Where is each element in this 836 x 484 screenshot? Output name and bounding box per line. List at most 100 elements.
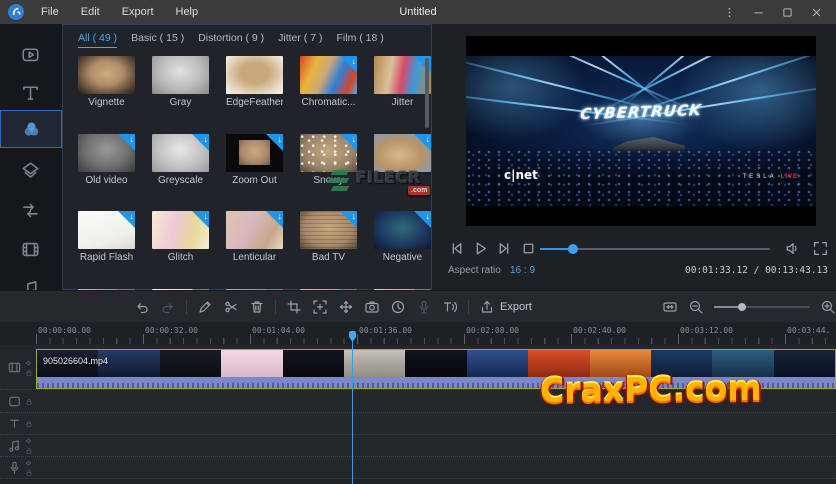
effect-label: Rapid Flash — [78, 252, 135, 263]
menu-help[interactable]: Help — [167, 4, 208, 20]
fullscreen-icon[interactable] — [812, 240, 829, 257]
effect-thumbnail[interactable]: ↓ — [300, 56, 357, 94]
menu-export[interactable]: Export — [113, 4, 163, 20]
effect-thumbnail[interactable]: ↓ — [226, 211, 283, 249]
play-icon[interactable] — [472, 240, 489, 257]
effect-label: Glitch — [152, 252, 209, 263]
volume-icon[interactable] — [784, 240, 801, 257]
menu-edit[interactable]: Edit — [72, 4, 109, 20]
effect-thumbnail[interactable] — [226, 56, 283, 94]
delete-icon[interactable] — [249, 299, 265, 315]
effect-thumbnail[interactable]: ↓ — [78, 134, 135, 172]
effect-vignette[interactable]: Vignette — [78, 56, 135, 113]
effect-thumbnail[interactable]: ↓ — [226, 134, 283, 172]
tab-basic[interactable]: Basic ( 15 ) — [131, 32, 184, 48]
effect-rapid-flash[interactable]: ↓ Rapid Flash — [78, 211, 135, 268]
lock-video-icon[interactable] — [25, 369, 33, 377]
menu-file[interactable]: File — [32, 4, 68, 20]
effect-thumbnail[interactable]: ↓ — [300, 211, 357, 249]
toolbar-divider — [468, 300, 469, 314]
split-icon[interactable] — [223, 299, 239, 315]
effect-thumbnail[interactable]: ↓ — [152, 211, 209, 249]
voiceover-track[interactable] — [0, 457, 836, 479]
lock-pip-icon[interactable] — [25, 398, 33, 406]
edit-icon[interactable] — [197, 299, 213, 315]
effect-label: EdgeFeather — [226, 97, 283, 108]
playback-controls — [432, 236, 836, 262]
effect-chromatic-[interactable]: ↓Chromatic... — [300, 56, 357, 113]
filmstrip-frame — [283, 350, 344, 377]
download-badge-icon: ↓ — [118, 211, 135, 228]
mute-voiceover-icon[interactable] — [25, 459, 33, 467]
duration-icon[interactable] — [390, 299, 406, 315]
music-track[interactable] — [0, 435, 836, 457]
effect-zoom-out[interactable]: ↓Zoom Out — [226, 134, 283, 191]
step-fwd-icon[interactable] — [496, 240, 513, 257]
tab-film[interactable]: Film ( 18 ) — [336, 32, 383, 48]
aspect-ratio-value[interactable]: 16 : 9 — [510, 265, 535, 276]
zoom-slider-handle[interactable] — [738, 303, 746, 311]
zoom-out-icon[interactable] — [688, 299, 704, 315]
effect-thumbnail[interactable]: ↓ — [374, 211, 431, 249]
timeline-zoom-slider[interactable] — [714, 306, 810, 308]
sidebar-item-filters[interactable] — [0, 110, 62, 148]
tracks-bottom-strip — [0, 479, 836, 484]
effects-tabs: All ( 49 ) Basic ( 15 ) Distortion ( 9 ) Ji… — [78, 32, 384, 48]
effect-gray[interactable]: Gray — [152, 56, 209, 113]
minimize-icon[interactable] — [747, 4, 770, 21]
lock-voiceover-icon[interactable] — [25, 469, 33, 477]
close-icon[interactable] — [805, 4, 828, 21]
cnet-watermark: c|net — [504, 168, 538, 182]
effect-old-video[interactable]: ↓Old video — [78, 134, 135, 191]
aspect-ratio-label: Aspect ratio — [448, 265, 501, 276]
sidebar-item-text[interactable] — [0, 74, 60, 110]
sidebar-item-media[interactable] — [0, 36, 60, 72]
sidebar-item-transitions[interactable] — [0, 192, 60, 228]
tab-distortion[interactable]: Distortion ( 9 ) — [198, 32, 264, 48]
effect-thumbnail[interactable] — [152, 56, 209, 94]
zoom-in-icon[interactable] — [820, 299, 836, 315]
lock-text-icon[interactable] — [25, 420, 33, 428]
kebab-menu-icon[interactable] — [718, 4, 741, 21]
effect-thumbnail[interactable]: ↓ — [152, 134, 209, 172]
mute-video-icon[interactable] — [25, 359, 33, 367]
tab-jitter[interactable]: Jitter ( 7 ) — [278, 32, 322, 48]
effect-greyscale[interactable]: ↓Greyscale — [152, 134, 209, 191]
text-track[interactable] — [0, 413, 836, 435]
timeline-ruler[interactable]: 00:00:00.0000:00:32.0000:01:04.0000:01:3… — [0, 322, 836, 345]
effect-edgefeather[interactable]: EdgeFeather — [226, 56, 283, 113]
sidebar-item-overlays[interactable] — [0, 152, 60, 188]
lock-music-icon[interactable] — [25, 447, 33, 455]
effects-scrollbar[interactable] — [425, 58, 429, 128]
export-icon — [479, 299, 495, 315]
effect-negative[interactable]: ↓Negative — [374, 211, 431, 268]
crop-icon[interactable] — [286, 299, 302, 315]
effect-lenticular[interactable]: ↓Lenticular — [226, 211, 283, 268]
zoom-frame-icon[interactable] — [312, 299, 328, 315]
undo-icon[interactable] — [134, 299, 150, 315]
window-controls — [718, 4, 836, 21]
seek-slider[interactable] — [540, 248, 770, 250]
playback-time: 00:01:33.12 / 00:13:43.13 — [685, 265, 828, 276]
effect-jitter[interactable]: ↓Jitter — [374, 56, 431, 113]
effect-thumbnail[interactable] — [78, 56, 135, 94]
export-button[interactable]: Export — [479, 299, 532, 315]
effect-glitch[interactable]: ↓ Glitch — [152, 211, 209, 268]
effect-bad-tv[interactable]: ↓Bad TV — [300, 211, 357, 268]
motion-icon[interactable] — [338, 299, 354, 315]
titlebar: FileEditExportHelp Untitled — [0, 0, 836, 24]
maximize-icon[interactable] — [776, 4, 799, 21]
stop-icon[interactable] — [520, 240, 537, 257]
seek-handle[interactable] — [568, 244, 578, 254]
tab-all[interactable]: All ( 49 ) — [78, 32, 117, 48]
sidebar-item-elements[interactable] — [0, 231, 60, 267]
effect-thumbnail[interactable]: ↓ — [374, 56, 431, 94]
step-back-icon[interactable] — [448, 240, 465, 257]
text-to-speech-icon[interactable] — [442, 299, 458, 315]
filmstrip-frame — [344, 350, 405, 377]
fit-timeline-icon[interactable] — [662, 299, 678, 315]
playhead-line[interactable] — [352, 331, 353, 484]
mute-music-icon[interactable] — [25, 437, 33, 445]
snapshot-icon[interactable] — [364, 299, 380, 315]
effect-thumbnail[interactable]: ↓ — [78, 211, 135, 249]
